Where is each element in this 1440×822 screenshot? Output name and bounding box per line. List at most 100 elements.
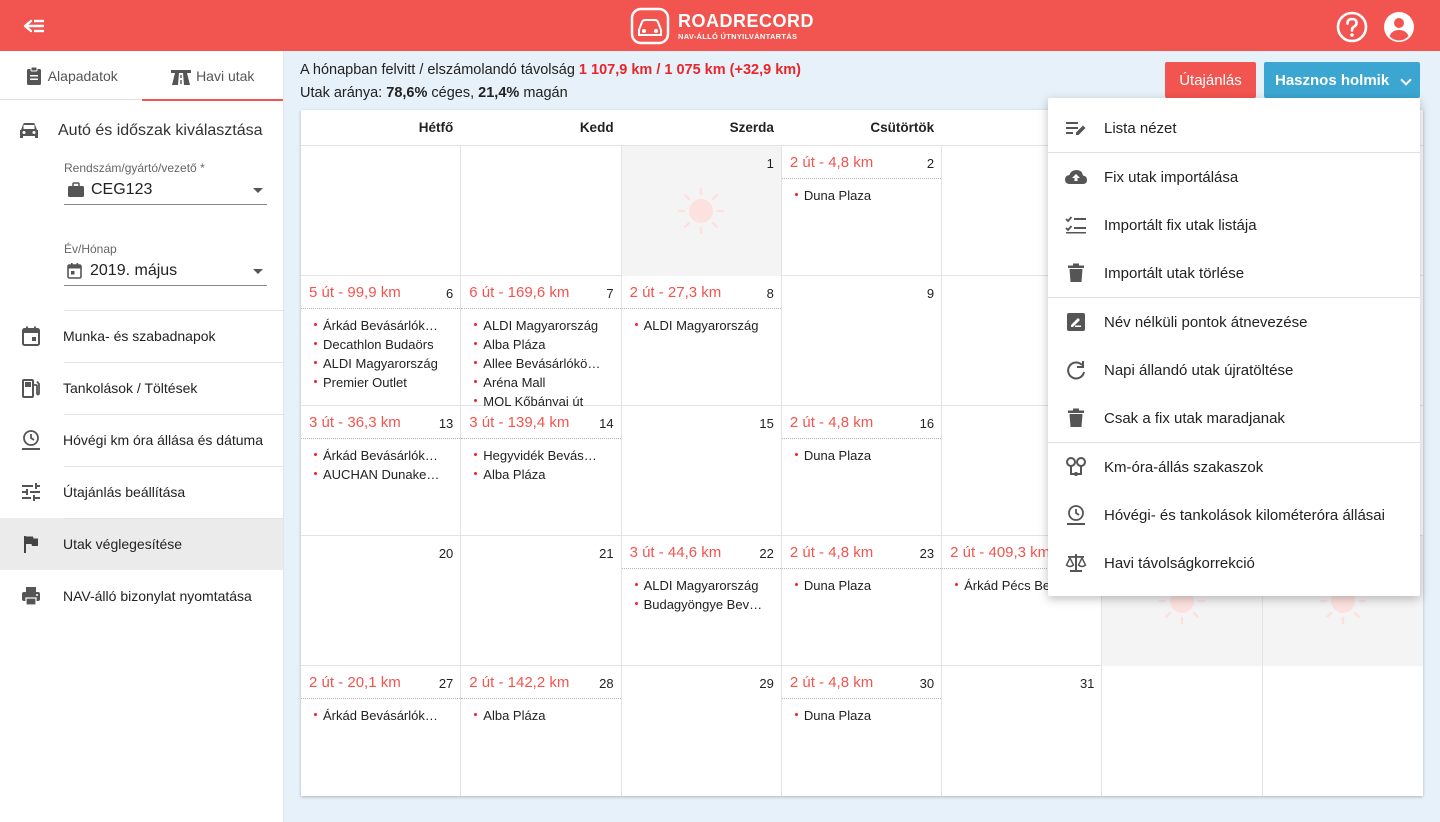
menu-item-cloud-upload[interactable]: Fix utak importálása	[1048, 153, 1420, 201]
calendar-icon	[67, 262, 82, 279]
menu-item-list-edit[interactable]: Lista nézet	[1048, 104, 1420, 152]
weekday-label: Hétfő	[418, 120, 454, 135]
menu-item-label: Hóvégi- és tankolások kilométeróra állás…	[1104, 506, 1385, 524]
list-item: Premier Outlet	[314, 373, 442, 392]
useful-tools-button[interactable]: Hasznos holmik	[1264, 62, 1420, 98]
tab-havi-utak[interactable]: Havi utak	[141, 51, 284, 101]
list-item: Duna Plaza	[794, 186, 923, 205]
calendar-day[interactable]	[1263, 666, 1423, 796]
sidebar-item-work-days[interactable]: Munka- és szabadnapok	[0, 310, 283, 362]
menu-item-label: Csak a fix utak maradjanak	[1104, 409, 1285, 427]
list-item: MOL Kőbányai út	[474, 392, 602, 406]
stop-list: Árkád BevásárlóközpontAUCHAN Dunakeszi	[301, 439, 460, 484]
vehicle-select-label: Rendszám/gyártó/vezető *	[64, 161, 205, 175]
calendar-day[interactable]: 5 út - 99,9 km 6 Árkád BevásárlóközpontDec…	[301, 276, 462, 406]
stop-list: Hegyvidék BevásárlóközpontAlba Pláza	[461, 439, 620, 484]
calendar-day[interactable]: 2 út - 142,2 km 28 Alba Pláza	[461, 666, 622, 796]
menu-item-trash[interactable]: Importált utak törlése	[1048, 249, 1420, 297]
calendar-day[interactable]: 9	[782, 276, 943, 406]
private-ratio: 21,4%	[478, 85, 520, 101]
day-header: 2 út - 4,8 km 30	[781, 666, 942, 699]
period-select[interactable]: Év/Hónap 2019. május	[64, 242, 267, 286]
vehicle-select[interactable]: Rendszám/gyártó/vezető * CEG123	[64, 161, 267, 205]
menu-item-rename[interactable]: Név nélküli pontok átnevezése	[1048, 298, 1420, 346]
calendar-day[interactable]: 2 út - 4,8 km 30 Duna Plaza	[781, 666, 943, 796]
distance-label: A hónapban felvitt / elszámolandó távols…	[300, 62, 575, 78]
calendar-day[interactable]	[461, 146, 622, 276]
calendar-day[interactable]: 3 út - 36,3 km 13 Árkád BevásárlóközpontAU…	[301, 406, 462, 536]
calendar-day[interactable]: 2 út - 20,1 km 27 Árkád Bevásárlóközpont	[301, 666, 462, 796]
tab-alapadatok[interactable]: Alapadatok	[0, 51, 142, 100]
calendar-day[interactable]: 3 út - 139,4 km 14 Hegyvidék Bevásárlóközp…	[461, 406, 622, 536]
list-item: Decathlon Budaörs	[314, 335, 442, 354]
route-suggest-button[interactable]: Útajánlás	[1165, 62, 1256, 98]
trip-summary[interactable]: 3 út - 36,3 km	[309, 414, 401, 431]
useful-tools-label: Hasznos holmik	[1275, 71, 1390, 89]
day-number: 2	[926, 156, 935, 171]
ratio-label: Utak aránya:	[300, 85, 383, 101]
day-header: 6 út - 169,6 km 7	[461, 276, 621, 309]
stop-list: ALDI MagyarországBudagyöngye Bevásárlókö…	[622, 569, 781, 614]
calendar-day[interactable]: 2 út - 4,8 km 23 Duna Plaza	[781, 536, 943, 666]
trip-summary[interactable]: 2 út - 20,1 km	[309, 674, 401, 691]
calendar-day[interactable]: 2 út - 4,8 km 2 Duna Plaza	[781, 146, 943, 276]
day-number: 7	[606, 286, 614, 301]
rename-icon	[1048, 312, 1104, 332]
day-number: 21	[599, 546, 614, 561]
menu-item-balance-scale[interactable]: Havi távolságkorrekció	[1048, 539, 1420, 587]
menu-item-checklist[interactable]: Importált fix utak listája	[1048, 201, 1420, 249]
calendar-day[interactable]	[1102, 666, 1263, 796]
trip-summary[interactable]: 3 út - 44,6 km	[630, 544, 722, 561]
trip-summary[interactable]: 2 út - 4,8 km	[790, 544, 873, 561]
trip-summary[interactable]: 6 út - 169,6 km	[469, 284, 569, 301]
calendar-day[interactable]: 20	[301, 536, 462, 666]
menu-item-trash[interactable]: Csak a fix utak maradjanak	[1048, 394, 1420, 442]
trip-summary[interactable]: 2 út - 142,2 km	[469, 674, 569, 691]
trip-summary[interactable]: 5 út - 99,9 km	[309, 284, 401, 301]
trip-summary[interactable]: 2 út - 4,8 km	[790, 674, 873, 691]
calendar-day[interactable]: 31	[942, 666, 1103, 796]
calendar-day[interactable]: 2 út - 4,8 km 16 Duna Plaza	[781, 406, 943, 536]
sidebar-item-refuels[interactable]: Tankolások / Töltések	[0, 362, 283, 414]
day-number: 23	[919, 546, 935, 561]
trip-summary[interactable]: 3 út - 139,4 km	[469, 414, 569, 431]
sidebar-item-route-settings[interactable]: Útajánlás beállítása	[0, 466, 283, 518]
calendar-day[interactable]: 3 út - 44,6 km 22 ALDI Magyarország Budagyö…	[621, 536, 782, 666]
trip-summary[interactable]: 2 út - 409,3 km	[950, 544, 1050, 561]
menu-item-route-points[interactable]: Km-óra-állás szakaszok	[1048, 443, 1420, 491]
calendar-day[interactable]: 21	[461, 536, 622, 666]
day-header: 9	[782, 276, 941, 309]
weekday-label: Szerda	[729, 120, 774, 135]
trip-summary[interactable]: 2 út - 4,8 km	[790, 414, 873, 431]
stop-list: Árkád Bevásárlóközpont	[301, 699, 460, 725]
calendar-day[interactable]	[301, 146, 462, 276]
sidebar-item-finalize-trips[interactable]: Utak véglegesítése	[0, 518, 283, 570]
menu-item-odometer-clock[interactable]: Hóvégi- és tankolások kilométeróra állás…	[1048, 491, 1420, 539]
menu-item-refresh[interactable]: Napi állandó utak újratöltése	[1048, 346, 1420, 394]
period-select-value: 2019. május	[90, 261, 178, 279]
calendar-day[interactable]: 29	[622, 666, 782, 796]
trip-summary[interactable]: 2 út - 27,3 km	[630, 284, 722, 301]
list-item: Alba Pláza	[474, 335, 602, 354]
calendar-day[interactable]: 1	[621, 146, 782, 276]
stop-list: Duna Plaza	[782, 179, 941, 205]
day-header: 5 út - 99,9 km 6	[301, 276, 461, 309]
checklist-icon	[1048, 215, 1104, 235]
month-summary: A hónapban felvitt / elszámolandó távols…	[300, 59, 801, 105]
exit-to-app-icon[interactable]	[20, 13, 48, 39]
sidebar-item-print[interactable]: NAV-álló bizonylat nyomtatása	[0, 570, 283, 622]
sidebar-item-odometer[interactable]: Hóvégi km óra állása és dátuma	[0, 414, 283, 466]
help-icon[interactable]	[1336, 11, 1368, 43]
list-item: ALDI Magyarország	[634, 576, 763, 595]
trip-summary[interactable]: 2 út - 4,8 km	[790, 154, 873, 171]
day-number: 20	[438, 546, 454, 561]
section-title: Autó és időszak kiválasztása	[0, 100, 283, 162]
account-icon[interactable]	[1383, 11, 1415, 43]
calendar-day[interactable]: 6 út - 169,6 km 7 ALDI Magyarország Alba Pl…	[461, 276, 622, 406]
calendar-day[interactable]: 2 út - 27,3 km 8 ALDI Magyarország	[621, 276, 782, 406]
day-number: 15	[759, 416, 774, 431]
weekday-label: Csütörtök	[870, 120, 935, 135]
calendar-day[interactable]: 15	[622, 406, 782, 536]
day-number: 13	[438, 416, 454, 431]
flag-icon	[23, 536, 38, 553]
